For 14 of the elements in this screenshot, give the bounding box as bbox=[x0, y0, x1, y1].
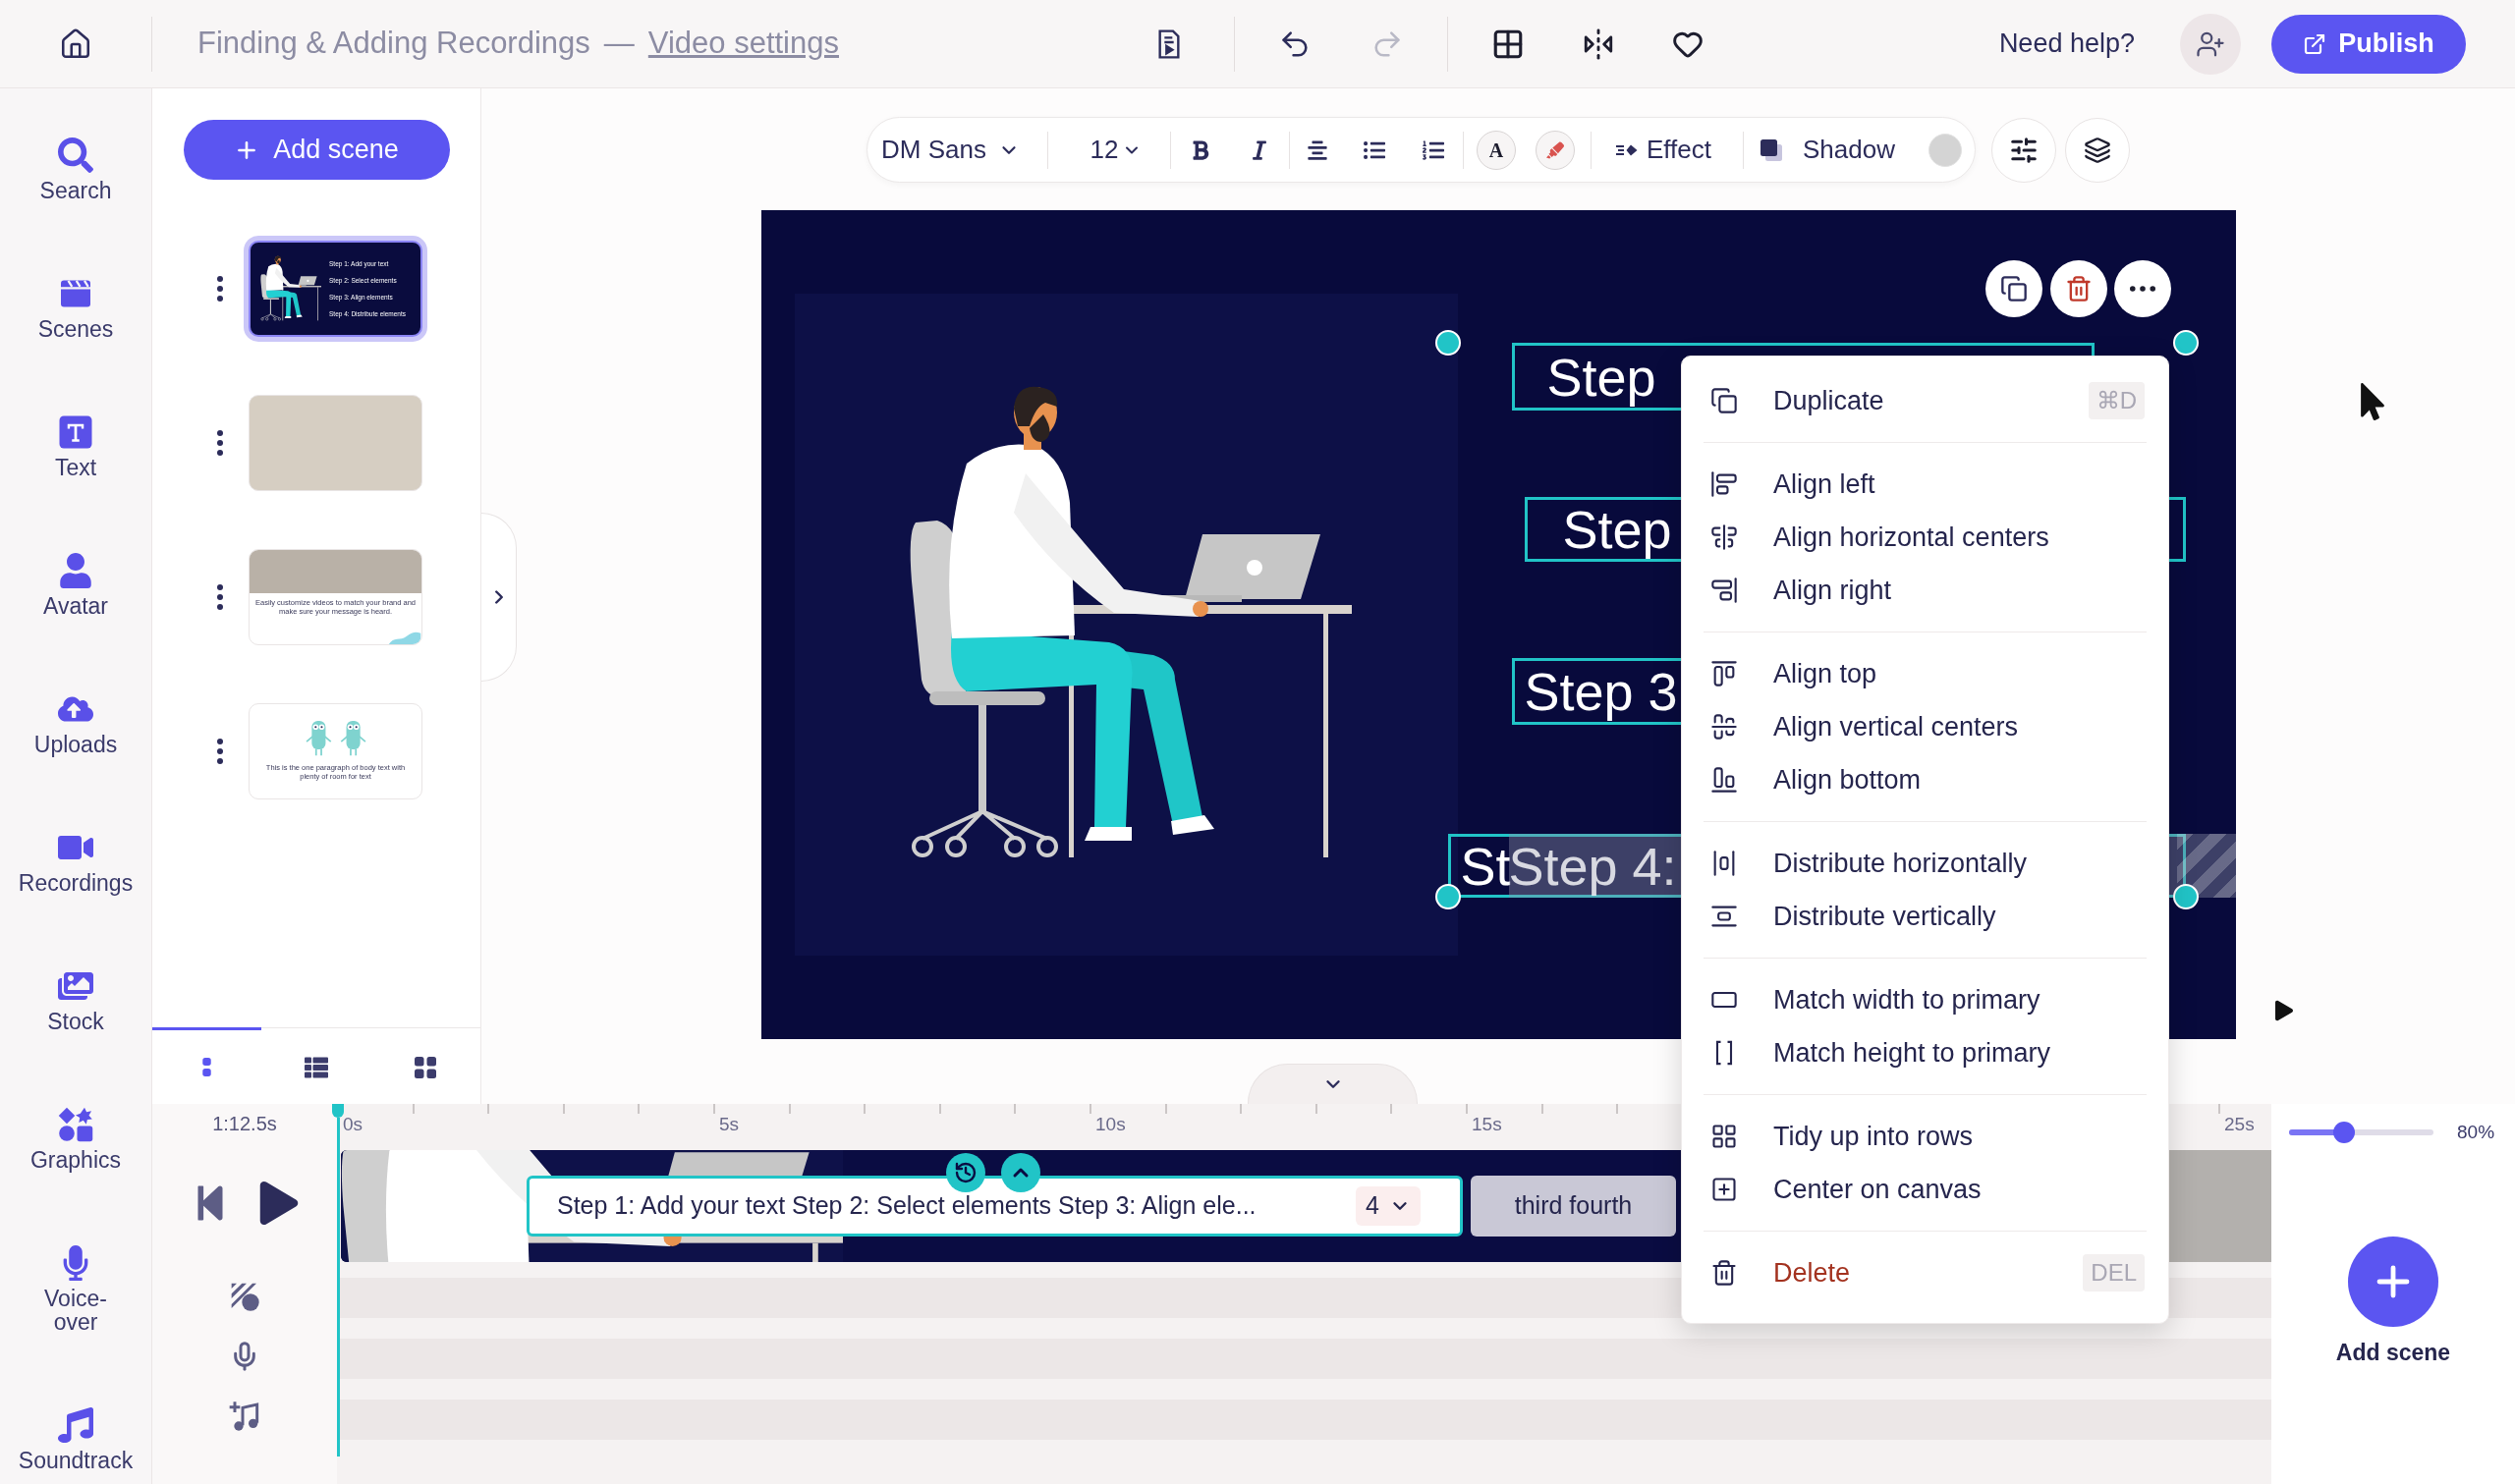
time-label: 25s bbox=[2224, 1114, 2255, 1135]
time-label: 0s bbox=[343, 1114, 363, 1135]
project-title: Finding & Adding Recordings bbox=[197, 25, 590, 63]
add-scene-label: Add scene bbox=[2335, 1339, 2451, 1365]
duration-text: 1:12.5s bbox=[212, 1112, 277, 1135]
canvas-text: St bbox=[1460, 839, 1511, 893]
shortcut-key: DEL bbox=[2083, 1254, 2145, 1292]
title-separator: — bbox=[603, 25, 635, 63]
clip-text: Step 1: Add your text Step 2: Select elements Step 3: Align ele... bbox=[557, 1190, 1257, 1222]
shortcut-key: ⌘D bbox=[2088, 382, 2145, 419]
time-label: 10s bbox=[1095, 1114, 1126, 1135]
time-label: 5s bbox=[719, 1114, 740, 1135]
zoom-reading: 80% bbox=[2457, 1121, 2495, 1144]
time-label: 15s bbox=[1472, 1114, 1502, 1135]
